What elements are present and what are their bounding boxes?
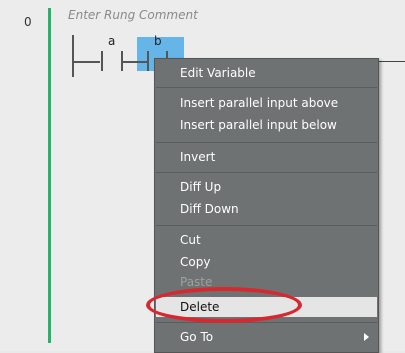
menu-item-go-to[interactable]: Go To — [156, 327, 377, 347]
menu-item-go-to-label: Go To — [180, 330, 214, 344]
menu-separator — [156, 142, 377, 143]
menu-item-invert[interactable]: Invert — [156, 147, 377, 167]
menu-item-edit-variable[interactable]: Edit Variable — [156, 63, 377, 83]
contact-a-left-bar — [101, 51, 103, 71]
contact-b-label: b — [154, 34, 162, 48]
submenu-arrow-icon — [364, 333, 369, 341]
ladder-editor: 0 Enter Rung Comment a b Edit Variable I… — [0, 0, 405, 353]
rung-number: 0 — [24, 15, 32, 29]
rung-comment-input[interactable]: Enter Rung Comment — [68, 8, 198, 22]
contact-a-label: a — [108, 34, 116, 48]
left-power-rail — [72, 35, 74, 77]
rung-wire — [74, 61, 100, 63]
rung-wire — [123, 61, 137, 63]
menu-separator — [156, 322, 377, 323]
menu-separator — [156, 172, 377, 173]
menu-item-diff-down[interactable]: Diff Down — [156, 199, 377, 219]
context-menu: Edit Variable Insert parallel input abov… — [154, 58, 379, 353]
menu-item-copy[interactable]: Copy — [156, 252, 377, 272]
menu-item-insert-parallel-below[interactable]: Insert parallel input below — [156, 115, 377, 135]
rung-marker — [48, 8, 51, 343]
menu-separator — [156, 87, 377, 88]
menu-item-insert-parallel-above[interactable]: Insert parallel input above — [156, 93, 377, 113]
menu-separator — [156, 225, 377, 226]
contact-b-left-bar — [147, 51, 149, 71]
menu-item-delete[interactable]: Delete — [156, 297, 377, 317]
menu-item-diff-up[interactable]: Diff Up — [156, 177, 377, 197]
menu-item-cut[interactable]: Cut — [156, 230, 377, 250]
menu-item-paste[interactable]: Paste — [156, 272, 377, 292]
rung-wire — [137, 61, 147, 63]
